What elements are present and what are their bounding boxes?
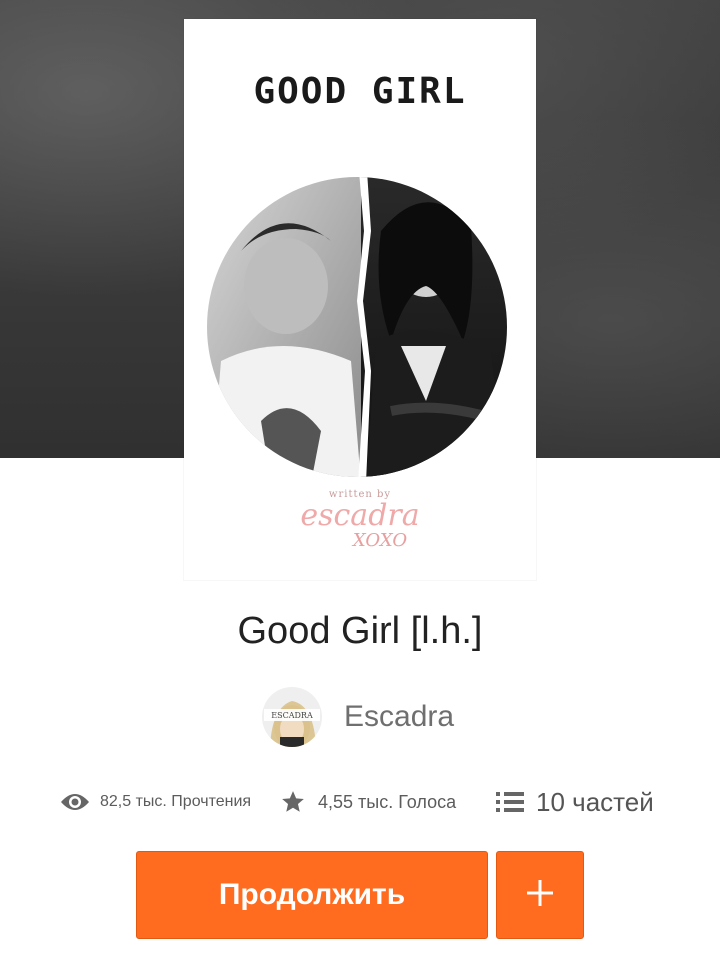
add-to-library-button[interactable] xyxy=(496,851,584,939)
list-icon xyxy=(496,791,524,813)
parts-stat[interactable]: 10 частей xyxy=(496,784,654,820)
votes-count: 4,55 тыс. Голоса xyxy=(318,791,457,812)
cover-photo xyxy=(207,177,507,477)
author-row[interactable]: ESCADRA Escadra xyxy=(262,686,454,748)
continue-reading-button[interactable]: Продолжить xyxy=(136,851,488,939)
cover-title: GOOD GIRL xyxy=(253,71,467,112)
continue-reading-label: Продолжить xyxy=(218,878,406,911)
eye-icon xyxy=(60,792,90,812)
plus-icon xyxy=(525,878,555,913)
star-icon xyxy=(280,789,306,815)
story-title: Good Girl [l.h.] xyxy=(237,610,483,652)
author-name[interactable]: Escadra xyxy=(344,700,454,734)
parts-count: 10 частей xyxy=(536,786,654,817)
story-stats: 82,5 тыс. Прочтения 4,55 тыс. Голоса 10 … xyxy=(0,784,720,820)
author-avatar[interactable]: ESCADRA xyxy=(262,687,322,747)
story-cover[interactable]: GOOD GIRL written by escadra XOXO xyxy=(184,19,536,580)
cover-credit-sign: XOXO xyxy=(352,530,408,551)
reads-count: 82,5 тыс. Прочтения xyxy=(100,793,252,810)
votes-stat: 4,55 тыс. Голоса xyxy=(280,784,456,820)
cover-credit-name: escadra xyxy=(300,498,420,533)
avatar-text: ESCADRA xyxy=(271,711,313,720)
cover-credit: written by escadra XOXO xyxy=(184,489,536,550)
avatar-image: ESCADRA xyxy=(262,687,322,747)
reads-stat: 82,5 тыс. Прочтения xyxy=(60,784,251,820)
